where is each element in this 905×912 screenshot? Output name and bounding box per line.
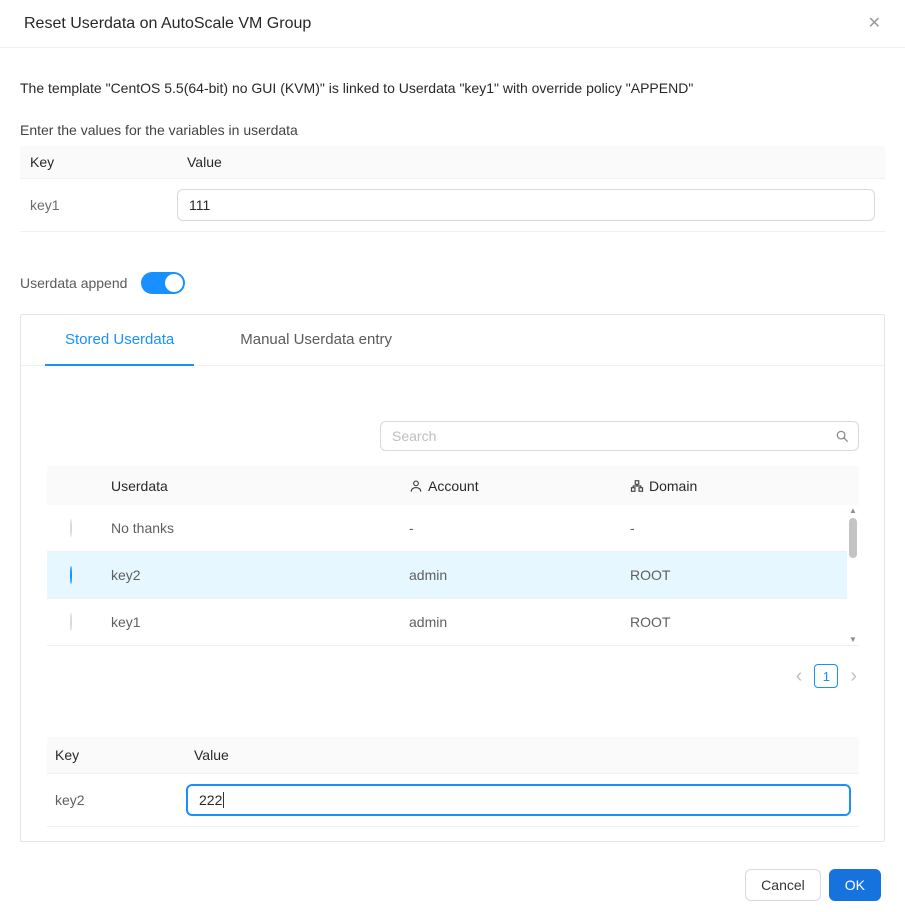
table-row[interactable]: No thanks - - bbox=[47, 505, 859, 552]
scrollbar-thumb[interactable] bbox=[849, 518, 857, 558]
modal-footer: Cancel OK bbox=[20, 869, 885, 901]
modal-body: The template "CentOS 5.5(64-bit) no GUI … bbox=[0, 78, 905, 901]
card-content: Userdata Account bbox=[21, 421, 884, 841]
search-row bbox=[47, 421, 859, 451]
selected-variables-table: Key Value key2 222 bbox=[47, 737, 859, 827]
account-header-label: Account bbox=[428, 478, 479, 494]
column-header-userdata: Userdata bbox=[111, 478, 409, 494]
userdata-cell: key2 bbox=[111, 567, 409, 583]
column-header-account: Account bbox=[409, 478, 630, 494]
userdata-cell: key1 bbox=[111, 614, 409, 630]
radio-no-thanks[interactable] bbox=[70, 519, 72, 537]
close-icon[interactable]: ✕ bbox=[868, 16, 881, 32]
domain-cell: - bbox=[630, 520, 859, 536]
key2-value-input[interactable]: 222 bbox=[186, 784, 851, 816]
reset-userdata-modal: Reset Userdata on AutoScale VM Group ✕ T… bbox=[0, 0, 905, 901]
ok-button[interactable]: OK bbox=[829, 869, 881, 901]
value-cell bbox=[177, 189, 885, 221]
column-header-value: Value bbox=[177, 146, 885, 178]
tab-manual-userdata-entry[interactable]: Manual Userdata entry bbox=[220, 315, 412, 366]
column-header-key: Key bbox=[47, 747, 186, 763]
column-header-domain: Domain bbox=[630, 478, 859, 494]
radio-key2[interactable] bbox=[70, 566, 72, 584]
key-cell: key2 bbox=[47, 792, 186, 808]
table-row: key1 bbox=[20, 179, 885, 232]
account-cell: admin bbox=[409, 614, 630, 630]
column-header-value: Value bbox=[186, 747, 859, 763]
account-cell: admin bbox=[409, 567, 630, 583]
key-cell: key1 bbox=[20, 197, 177, 213]
account-cell: - bbox=[409, 520, 630, 536]
userdata-cell: No thanks bbox=[111, 520, 409, 536]
search-box bbox=[380, 421, 859, 451]
userdata-append-row: Userdata append bbox=[20, 272, 885, 294]
radio-cell bbox=[47, 614, 111, 630]
variables-instruction: Enter the values for the variables in us… bbox=[20, 120, 885, 140]
scroll-up-icon[interactable]: ▲ bbox=[849, 507, 857, 515]
text-caret bbox=[223, 792, 224, 808]
tabbar: Stored Userdata Manual Userdata entry bbox=[21, 315, 884, 366]
domain-icon bbox=[630, 479, 644, 493]
variables-table-header: Key Value bbox=[20, 146, 885, 179]
userdata-card: Stored Userdata Manual Userdata entry bbox=[20, 314, 885, 842]
selected-table-header: Key Value bbox=[47, 737, 859, 774]
variables-table: Key Value key1 bbox=[20, 146, 885, 232]
user-icon bbox=[409, 479, 423, 493]
pagination-next-icon[interactable]: › bbox=[848, 666, 859, 686]
table-row: key2 222 bbox=[47, 774, 859, 827]
domain-cell: ROOT bbox=[630, 567, 859, 583]
tab-stored-userdata[interactable]: Stored Userdata bbox=[45, 315, 194, 366]
radio-cell bbox=[47, 567, 111, 583]
table-row[interactable]: key2 admin ROOT bbox=[47, 552, 859, 599]
toggle-knob bbox=[165, 274, 183, 292]
value-cell: 222 bbox=[186, 784, 859, 816]
userdata-append-label: Userdata append bbox=[20, 275, 127, 291]
radio-cell bbox=[47, 520, 111, 536]
pagination-prev-icon[interactable]: ‹ bbox=[794, 666, 805, 686]
template-note: The template "CentOS 5.5(64-bit) no GUI … bbox=[20, 78, 885, 98]
pagination-page-1[interactable]: 1 bbox=[814, 664, 838, 688]
modal-header: Reset Userdata on AutoScale VM Group ✕ bbox=[0, 0, 905, 48]
search-input[interactable] bbox=[380, 421, 859, 451]
scroll-down-icon[interactable]: ▼ bbox=[849, 636, 857, 644]
domain-cell: ROOT bbox=[630, 614, 859, 630]
radio-key1[interactable] bbox=[70, 613, 72, 631]
modal-title: Reset Userdata on AutoScale VM Group bbox=[24, 15, 311, 33]
table-scrollbar[interactable]: ▲ ▼ bbox=[847, 506, 859, 645]
table-row[interactable]: key1 admin ROOT bbox=[47, 599, 859, 646]
userdata-table-header: Userdata Account bbox=[47, 466, 859, 505]
input-value: 222 bbox=[199, 792, 222, 808]
domain-header-label: Domain bbox=[649, 478, 697, 494]
userdata-append-toggle[interactable] bbox=[141, 272, 185, 294]
userdata-table: Userdata Account bbox=[47, 466, 859, 646]
search-icon[interactable] bbox=[835, 429, 849, 443]
column-header-key: Key bbox=[20, 146, 177, 178]
key1-value-input[interactable] bbox=[177, 189, 875, 221]
pagination: ‹ 1 › bbox=[47, 664, 859, 688]
cancel-button[interactable]: Cancel bbox=[745, 869, 821, 901]
